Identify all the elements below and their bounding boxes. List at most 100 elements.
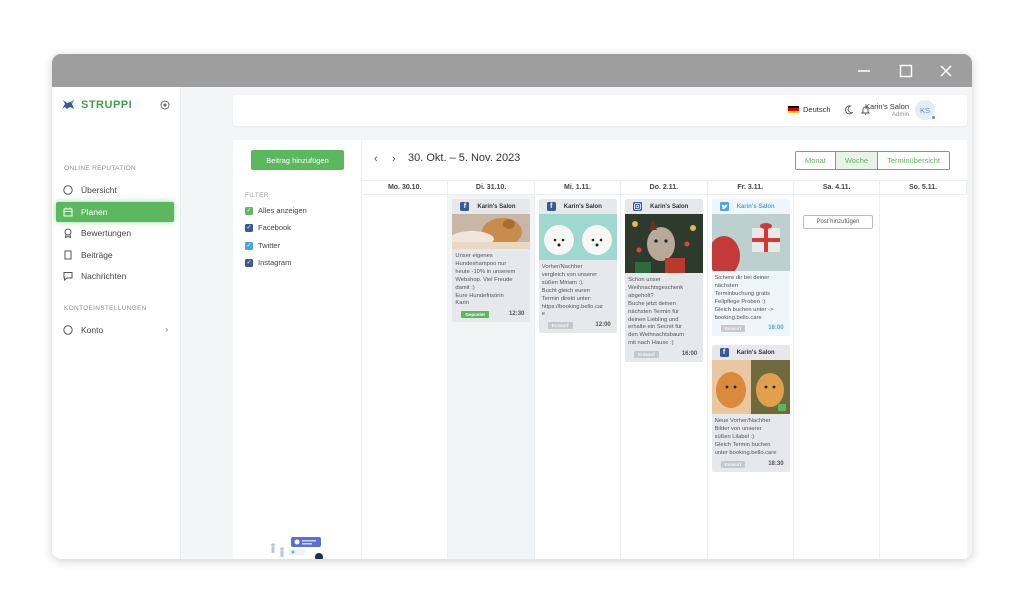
post-card[interactable]: f Karin's Salon Vorher/Nachher vergleich… (538, 199, 617, 334)
dog-logo-icon (62, 100, 74, 109)
app-logo[interactable]: STRUPPI (61, 97, 132, 113)
settings-icon[interactable] (160, 97, 170, 115)
filter-label: Instagram (258, 258, 292, 267)
post-header: f Karin's Salon (539, 199, 617, 214)
post-image (452, 214, 531, 249)
sidebar-item-uebersicht[interactable]: Übersicht (56, 180, 174, 200)
post-time: 16:00 (768, 325, 784, 332)
post-text: Neue Vorher/Nachher Bilder von unserer s… (714, 418, 777, 456)
online-status-dot (931, 115, 936, 120)
award-icon (64, 228, 72, 238)
day-column-tuesday[interactable]: f Karin's Salon Unser eigenes Hundeshamp… (448, 195, 535, 559)
post-header: f Karin's Salon (712, 345, 790, 360)
day-column-monday[interactable] (362, 195, 449, 559)
checkbox-checked-icon[interactable]: ✓ (245, 223, 253, 232)
post-card[interactable]: f Karin's Salon Unser eigenes Hundeshamp… (452, 199, 531, 323)
post-header: f Karin's Salon (452, 199, 530, 214)
calendar-header: ‹ › 30. Okt. – 5. Nov. 2023 Monat Woche … (362, 140, 967, 180)
post-account: Karin's Salon (563, 203, 602, 210)
minimize-icon[interactable] (844, 54, 884, 87)
post-text: Unser eigenes Hundeshampoo nur heute -10… (455, 253, 516, 307)
add-post-button[interactable]: Beitrag hinzufügen (251, 150, 344, 170)
post-header: Karin's Salon (625, 199, 703, 214)
sidebar-item-label: Bewertungen (81, 228, 132, 238)
status-badge: Entwurf (547, 322, 573, 330)
chevron-right-icon: › (165, 325, 168, 334)
day-column-sunday[interactable] (880, 195, 966, 559)
language-label: Deutsch (803, 105, 831, 114)
view-agenda-button[interactable]: Terminübersicht (878, 152, 950, 169)
add-post-slot-button[interactable]: Post hinzufügen (802, 215, 873, 229)
day-header: Do. 2.11. (621, 181, 708, 194)
filter-label: Alles anzeigen (258, 206, 307, 215)
checkbox-checked-icon[interactable]: ✓ (245, 241, 253, 250)
day-header: Fr. 3.11. (708, 181, 794, 194)
sidebar-item-bewertungen[interactable]: Bewertungen (56, 223, 174, 243)
post-image (625, 214, 704, 273)
checkbox-checked-icon[interactable]: ✓ (245, 206, 253, 215)
sidebar-item-label: Beiträge (81, 250, 113, 260)
filter-alles-anzeigen[interactable]: ✓ Alles anzeigen (245, 206, 307, 215)
filter-twitter[interactable]: ✓ Twitter (245, 241, 280, 250)
sidebar-item-nachrichten[interactable]: Nachrichten (56, 266, 174, 286)
checkbox-checked-icon[interactable]: ✓ (245, 258, 253, 267)
post-time: 12:30 (509, 311, 525, 318)
facebook-icon: f (719, 348, 729, 357)
maximize-icon[interactable] (886, 54, 926, 87)
post-account: Karin's Salon (736, 349, 775, 356)
post-account: Karin's Salon (477, 203, 516, 210)
post-image (538, 214, 617, 260)
view-switcher: Monat Woche Terminübersicht (795, 151, 951, 170)
post-account: Karin's Salon (650, 203, 689, 210)
app-window: STRUPPI ONLINE REPUTATION Übersicht Plan… (52, 54, 972, 559)
sidebar-item-planen[interactable]: Planen (56, 202, 174, 222)
post-time: 16:00 (681, 351, 698, 358)
day-column-thursday[interactable]: Karin's Salon Schon unser Weihnachtsgesc… (621, 195, 708, 559)
day-column-wednesday[interactable]: f Karin's Salon Vorher/Nachher vergleich… (535, 195, 622, 559)
view-month-button[interactable]: Monat (796, 152, 836, 169)
sidebar-item-label: Planen (81, 207, 108, 217)
instagram-icon (633, 202, 643, 211)
day-header: So. 5.11. (880, 181, 967, 194)
sidebar-item-beitraege[interactable]: Beiträge (56, 245, 174, 265)
user-name: Karin's Salon (865, 102, 909, 111)
top-bar: Deutsch Karin's Salon Admin KS (233, 95, 967, 126)
week-grid: f Karin's Salon Unser eigenes Hundeshamp… (362, 195, 967, 559)
post-footer: Gepostet 12:30 (452, 308, 530, 322)
facebook-icon: f (546, 202, 556, 211)
sidebar-item-konto[interactable]: Konto › (56, 320, 174, 340)
post-account: Karin's Salon (736, 203, 775, 210)
close-icon[interactable] (926, 54, 966, 87)
filter-label: Facebook (258, 223, 291, 232)
status-badge: Entwurf (720, 460, 746, 468)
chevron-right-icon[interactable]: › (392, 153, 396, 165)
section-kontoeinstellungen: KONTOEINSTELLUNGEN (64, 305, 147, 312)
section-online-reputation: ONLINE REPUTATION (64, 165, 137, 172)
day-header-row: Mo. 30.10. Di. 31.10. Mi. 1.11. Do. 2.11… (362, 180, 967, 195)
post-image (711, 214, 790, 271)
sidebar: STRUPPI ONLINE REPUTATION Übersicht Plan… (52, 87, 181, 559)
post-text: Sichere dir bei deiner nächsten Terminbu… (714, 275, 774, 321)
language-switcher[interactable]: Deutsch (788, 105, 831, 114)
day-column-saturday[interactable]: Post hinzufügen (794, 195, 881, 559)
moon-icon[interactable] (844, 105, 853, 115)
circle-icon (63, 325, 73, 335)
day-header: Mi. 1.11. (535, 181, 622, 194)
filter-instagram[interactable]: ✓ Instagram (245, 258, 291, 267)
post-card[interactable]: f Karin's Salon Neue Vorher/Nachher Bild… (711, 345, 790, 472)
document-icon (64, 250, 72, 260)
chevron-left-icon[interactable]: ‹ (374, 153, 378, 165)
post-time: 12:00 (595, 322, 611, 329)
twitter-icon (719, 202, 729, 211)
sidebar-item-label: Nachrichten (81, 271, 127, 281)
post-footer: Entwurf 12:00 (539, 319, 617, 333)
filter-facebook[interactable]: ✓ Facebook (245, 223, 291, 232)
filter-label: Twitter (258, 241, 281, 250)
post-text: Schon unser Weihnachtsgeschenk abgeholt?… (628, 277, 685, 347)
message-icon (63, 272, 73, 281)
view-week-button[interactable]: Woche (835, 152, 879, 169)
post-text: Vorher/Nachher vergleich von unserer süß… (541, 264, 604, 318)
post-card[interactable]: Karin's Salon Sichere dir bei deiner näc… (711, 199, 790, 337)
day-column-friday[interactable]: Karin's Salon Sichere dir bei deiner näc… (708, 195, 794, 559)
post-card[interactable]: Karin's Salon Schon unser Weihnachtsgesc… (625, 199, 704, 363)
